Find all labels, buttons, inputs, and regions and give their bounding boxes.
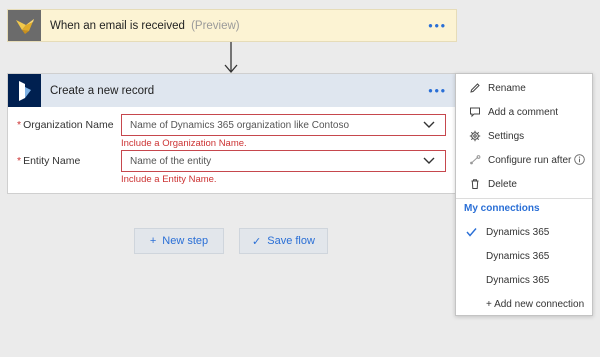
comment-icon — [468, 106, 482, 118]
info-icon[interactable] — [574, 154, 585, 168]
dynamics-365-icon — [8, 74, 41, 107]
flow-arrow-icon — [224, 42, 238, 73]
required-marker: * — [17, 155, 22, 167]
trigger-title: When an email is received (Preview) — [50, 20, 240, 32]
add-new-connection-link[interactable]: + Add new connection — [456, 294, 592, 314]
menu-item-configure-run-after[interactable]: Configure run after — [456, 150, 592, 170]
connection-item-2[interactable]: Dynamics 365 — [456, 246, 592, 266]
required-marker: * — [17, 119, 22, 131]
menu-divider — [456, 198, 592, 199]
trash-icon — [468, 178, 482, 190]
gear-icon — [468, 130, 482, 142]
entity-name-error: Include a Entity Name. — [121, 174, 217, 185]
connection-item-3[interactable]: Dynamics 365 — [456, 270, 592, 290]
save-flow-label: Save flow — [267, 235, 315, 247]
checkmark-icon — [466, 227, 480, 237]
entity-name-placeholder: Name of the entity — [130, 155, 212, 167]
action-card: Create a new record ••• * Organization Na… — [7, 73, 457, 194]
save-flow-button[interactable]: ✓ Save flow — [239, 228, 328, 254]
entity-name-dropdown[interactable]: Name of the entity — [121, 150, 446, 172]
action-more-options-icon[interactable]: ••• — [428, 83, 447, 97]
entity-name-label: * Entity Name — [17, 155, 81, 167]
menu-item-settings[interactable]: Settings — [456, 126, 592, 146]
chevron-down-icon — [423, 157, 435, 164]
menu-item-add-comment[interactable]: Add a comment — [456, 102, 592, 122]
preview-tag: (Preview) — [191, 19, 240, 32]
trigger-title-text: When an email is received — [50, 19, 185, 32]
new-step-label: New step — [162, 235, 209, 247]
plus-icon: + — [149, 235, 157, 247]
checkmark-icon: ✓ — [252, 235, 262, 248]
action-title: Create a new record — [50, 84, 155, 97]
trigger-card[interactable]: When an email is received (Preview) ••• — [7, 9, 457, 42]
menu-item-rename[interactable]: Rename — [456, 78, 592, 98]
organization-name-label: * Organization Name — [17, 119, 114, 131]
action-context-menu: Rename Add a comment Settings Configure … — [455, 73, 593, 316]
chevron-down-icon — [423, 121, 435, 128]
action-header[interactable]: Create a new record ••• — [8, 74, 456, 107]
trigger-more-options-icon[interactable]: ••• — [428, 18, 447, 32]
run-after-icon — [468, 154, 482, 166]
connection-item-1[interactable]: Dynamics 365 — [456, 222, 592, 242]
organization-name-placeholder: Name of Dynamics 365 organization like C… — [130, 119, 349, 131]
my-connections-header: My connections — [464, 203, 540, 214]
organization-name-dropdown[interactable]: Name of Dynamics 365 organization like C… — [121, 114, 446, 136]
organization-name-error: Include a Organization Name. — [121, 138, 247, 149]
menu-item-delete[interactable]: Delete — [456, 174, 592, 194]
pencil-icon — [468, 82, 482, 94]
new-step-button[interactable]: + New step — [134, 228, 224, 254]
email-bird-icon — [8, 10, 41, 41]
